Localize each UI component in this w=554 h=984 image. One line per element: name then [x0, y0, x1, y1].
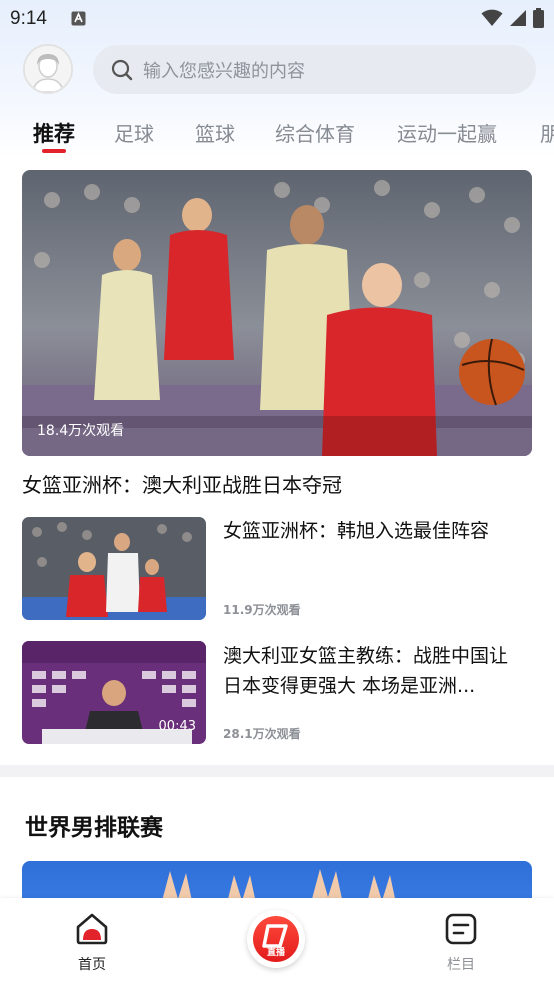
live-label: 直播	[266, 948, 285, 958]
status-time: 9:14	[10, 8, 47, 29]
video-title-1[interactable]: 女篮亚洲杯：韩旭入选最佳阵容	[223, 516, 523, 546]
nav-home-label: 首页	[78, 957, 106, 973]
video-view-count-1: 11.9万次观看	[223, 603, 301, 617]
columns-icon	[445, 913, 477, 945]
user-avatar-icon	[25, 46, 71, 92]
nav-columns-label: 栏目	[447, 957, 475, 973]
wifi-icon	[481, 9, 503, 26]
tab-active-indicator	[42, 149, 66, 153]
home-icon	[76, 913, 108, 945]
tab-more[interactable]: 朋	[540, 118, 554, 147]
hero-image	[22, 170, 532, 456]
user-avatar[interactable]	[23, 44, 73, 94]
hero-view-count: 18.4万次观看	[37, 423, 125, 439]
video-thumbnail-1[interactable]	[22, 517, 206, 620]
battery-icon	[533, 8, 544, 28]
live-button[interactable]: 直播	[247, 910, 305, 968]
bottom-navigation: 首页 直播 栏目	[0, 898, 554, 984]
signal-icon	[510, 10, 526, 26]
search-icon	[111, 59, 133, 80]
search-placeholder: 输入您感兴趣的内容	[143, 60, 305, 82]
nav-home[interactable]: 首页	[62, 912, 122, 974]
status-icons	[481, 8, 544, 28]
video-title-2[interactable]: 澳大利亚女篮主教练：战胜中国让日本变得更强大 本场是亚洲...	[223, 641, 523, 701]
status-bar: 9:14	[0, 0, 554, 38]
section-divider	[0, 765, 554, 777]
video-view-count-2: 28.1万次观看	[223, 727, 301, 741]
category-tabs: 推荐 足球 篮球 综合体育 运动一起赢 朋	[0, 112, 554, 156]
hero-title[interactable]: 女篮亚洲杯：澳大利亚战胜日本夺冠	[22, 469, 342, 498]
video-thumbnail-2[interactable]: 00:43	[22, 641, 206, 744]
tab-football[interactable]: 足球	[114, 118, 154, 147]
video-thumbnail-image	[22, 517, 206, 620]
tab-basketball[interactable]: 篮球	[195, 118, 235, 147]
nav-columns[interactable]: 栏目	[431, 912, 491, 974]
section-title: 世界男排联赛	[25, 815, 163, 841]
tab-sports-win[interactable]: 运动一起赢	[397, 118, 497, 147]
hero-video-thumbnail[interactable]: 18.4万次观看	[22, 170, 532, 456]
search-bar[interactable]: 输入您感兴趣的内容	[93, 45, 536, 94]
notification-icon	[71, 11, 86, 26]
tab-recommended[interactable]: 推荐	[33, 118, 75, 148]
video-duration: 00:43	[158, 719, 196, 734]
tab-general-sports[interactable]: 综合体育	[275, 118, 355, 147]
live-icon: 直播	[253, 916, 299, 962]
